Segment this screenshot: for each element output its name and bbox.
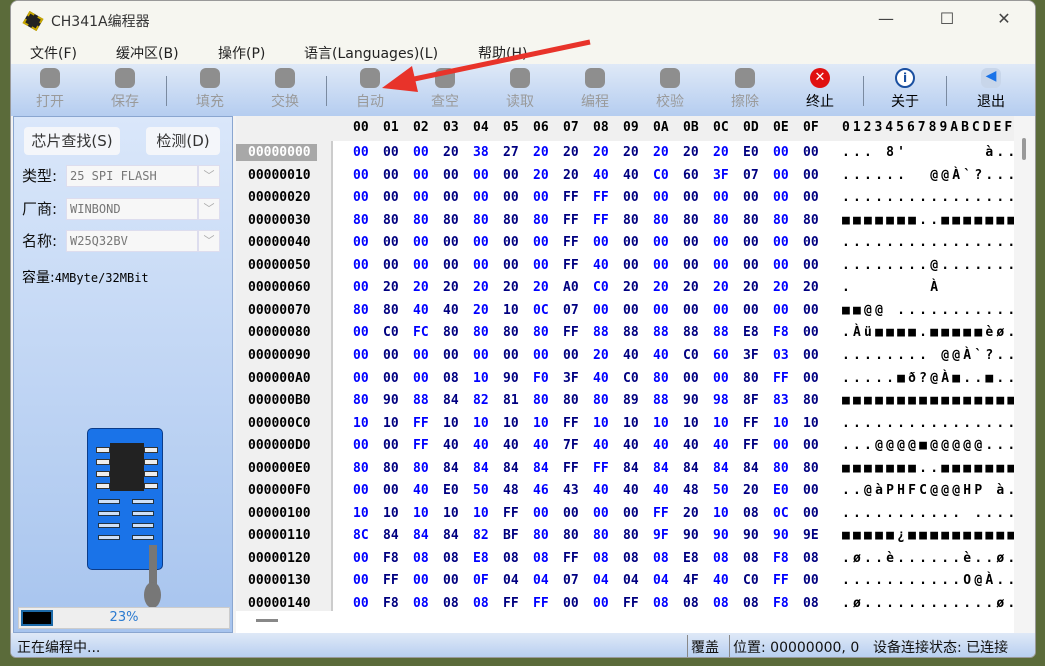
arrow-head <box>382 66 418 92</box>
arrow-shaft <box>399 39 591 85</box>
annotation-arrow <box>382 39 591 92</box>
